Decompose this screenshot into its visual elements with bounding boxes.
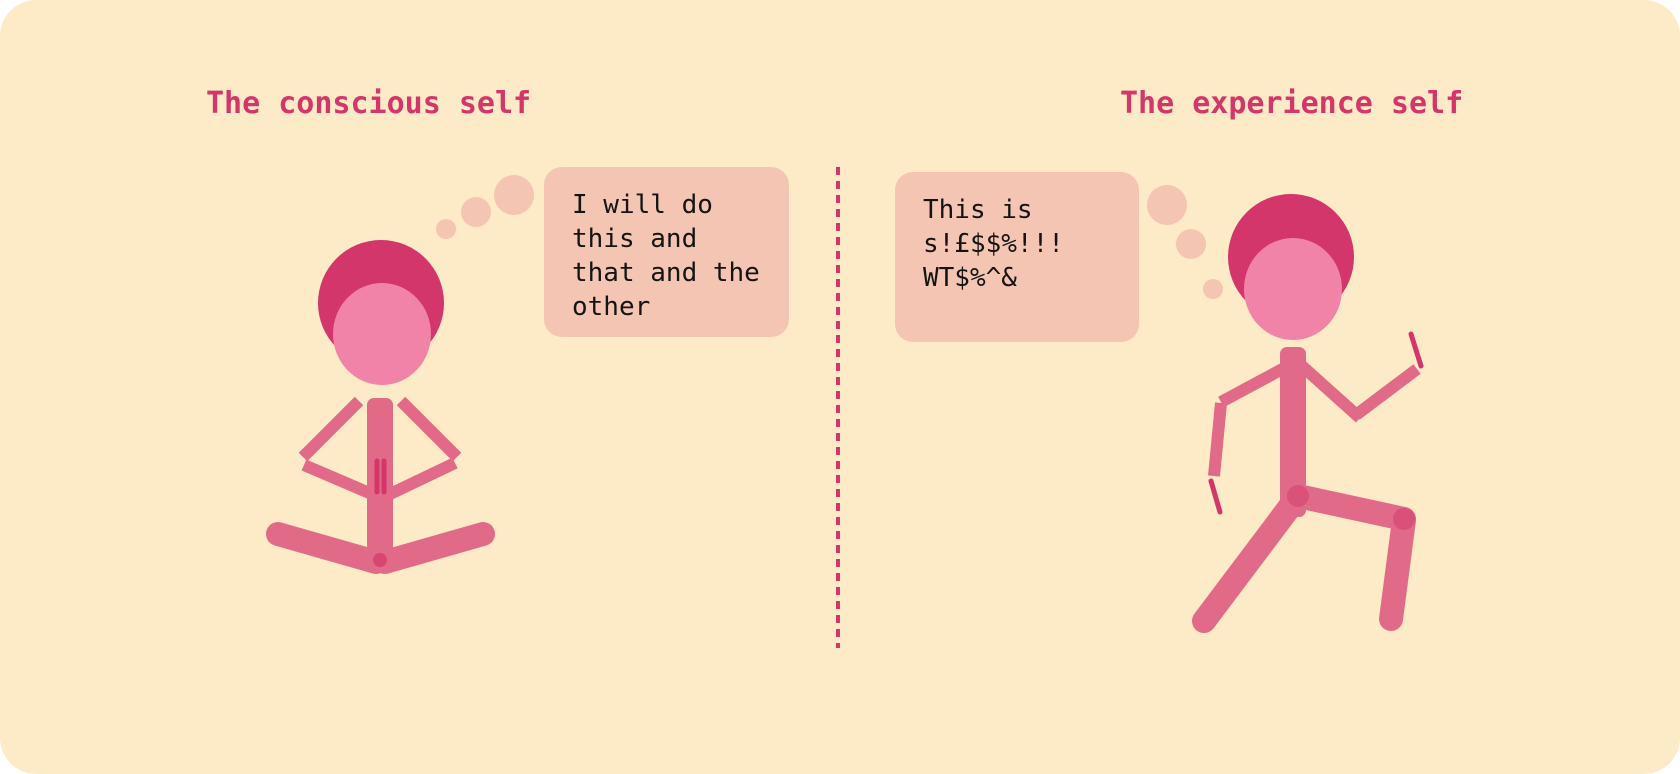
thought-dot-medium-right (1176, 229, 1206, 259)
running-figure-forearm-front (1352, 364, 1421, 420)
running-figure-upper-arm-back (1218, 360, 1291, 408)
illustration-card: The conscious self The experience self I… (0, 0, 1680, 774)
running-figure-hand-back (1208, 478, 1223, 515)
meditating-figure-torso (367, 398, 393, 568)
meditating-figure-upper-arm-right (396, 396, 462, 462)
running-figure-thigh-front (1286, 484, 1416, 531)
running-figure (1192, 194, 1424, 633)
thought-dot-small-left (436, 219, 456, 239)
running-figure-forearm-back (1208, 402, 1227, 477)
running-figure-leg-back (1192, 488, 1307, 633)
meditating-figure-hip (373, 553, 387, 567)
conscious-self-thought-bubble: I will do this and that and the other (544, 167, 789, 337)
running-figure-knee (1393, 508, 1415, 530)
meditating-figure-forearm-left (301, 459, 377, 501)
thought-dot-medium-left (461, 197, 491, 227)
running-figure-face (1244, 238, 1342, 340)
experience-self-title: The experience self (1120, 86, 1464, 121)
meditating-figure-forearm-right (385, 457, 458, 501)
meditating-figure-upper-arm-left (298, 396, 364, 462)
meditating-figure-leg-left (266, 522, 388, 574)
meditating-figure (266, 240, 495, 574)
thought-dot-small-right (1203, 279, 1223, 299)
experience-self-thought-bubble: This is s!£$$%!!! WT$%^& (895, 172, 1139, 342)
running-figure-hand-front (1408, 331, 1424, 369)
running-figure-hip (1287, 485, 1309, 507)
conscious-self-title: The conscious self (206, 86, 532, 121)
thought-dot-large-right (1147, 185, 1187, 225)
meditating-figure-leg-right (373, 522, 495, 574)
thought-dot-large-left (494, 175, 534, 215)
running-figure-upper-arm-front (1297, 361, 1365, 423)
running-figure-shin-front (1379, 508, 1416, 631)
meditating-figure-face (333, 283, 431, 385)
